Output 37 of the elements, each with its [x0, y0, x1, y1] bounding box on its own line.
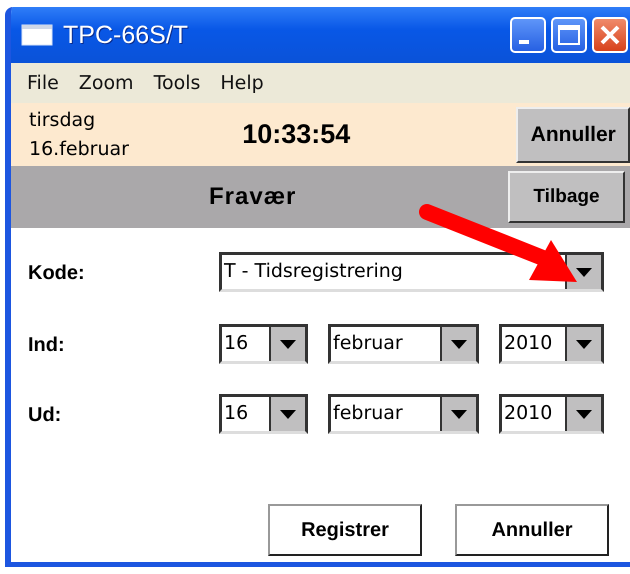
dropdown-field[interactable]: februar	[328, 324, 479, 364]
maximize-icon	[557, 24, 581, 46]
dropdown-arrow-icon	[451, 340, 467, 348]
minimize-icon	[519, 40, 529, 44]
close-button[interactable]	[592, 17, 628, 53]
section-title: Fravær	[209, 183, 298, 211]
dropdown-field[interactable]: 2010	[499, 394, 604, 434]
app-window-icon	[21, 24, 53, 46]
cancel-button[interactable]: Annuller	[455, 504, 609, 556]
window-title: TPC-66S/T	[63, 20, 188, 50]
dropdown-arrow-icon	[576, 410, 592, 418]
dropdown-arrow-icon	[280, 410, 296, 418]
dropdown-field[interactable]: 16	[219, 324, 308, 364]
dropdown-arrow-icon	[451, 410, 467, 418]
field-label: Ind:	[28, 333, 66, 357]
dropdown-arrow-icon	[576, 268, 592, 276]
menu-item[interactable]: File	[27, 72, 59, 94]
date-text: 16.februar	[29, 136, 130, 162]
menu-item[interactable]: Help	[220, 72, 264, 94]
back-button[interactable]: Tilbage	[508, 171, 625, 223]
dropdown-arrow-icon	[280, 340, 296, 348]
close-icon	[599, 24, 621, 46]
clock-time: 10:33:54	[242, 119, 352, 150]
weekday-text: tirsdag	[29, 108, 96, 132]
field-label: Kode:	[28, 261, 86, 285]
menu-item[interactable]: Tools	[154, 72, 200, 94]
dropdown-field[interactable]: februar	[328, 394, 479, 434]
maximize-button[interactable]	[551, 17, 587, 53]
menu-item[interactable]: Zoom	[78, 72, 134, 94]
dropdown-field[interactable]: 16	[219, 394, 308, 434]
cancel-button[interactable]: Annuller	[516, 106, 630, 162]
register-button[interactable]: Registrer	[268, 504, 422, 556]
dropdown-field[interactable]: 2010	[499, 324, 604, 364]
minimize-button[interactable]	[510, 17, 546, 53]
field-label: Ud:	[28, 403, 62, 427]
dropdown-arrow-icon	[576, 340, 592, 348]
dropdown-field[interactable]: T - Tidsregistrering	[219, 252, 604, 292]
